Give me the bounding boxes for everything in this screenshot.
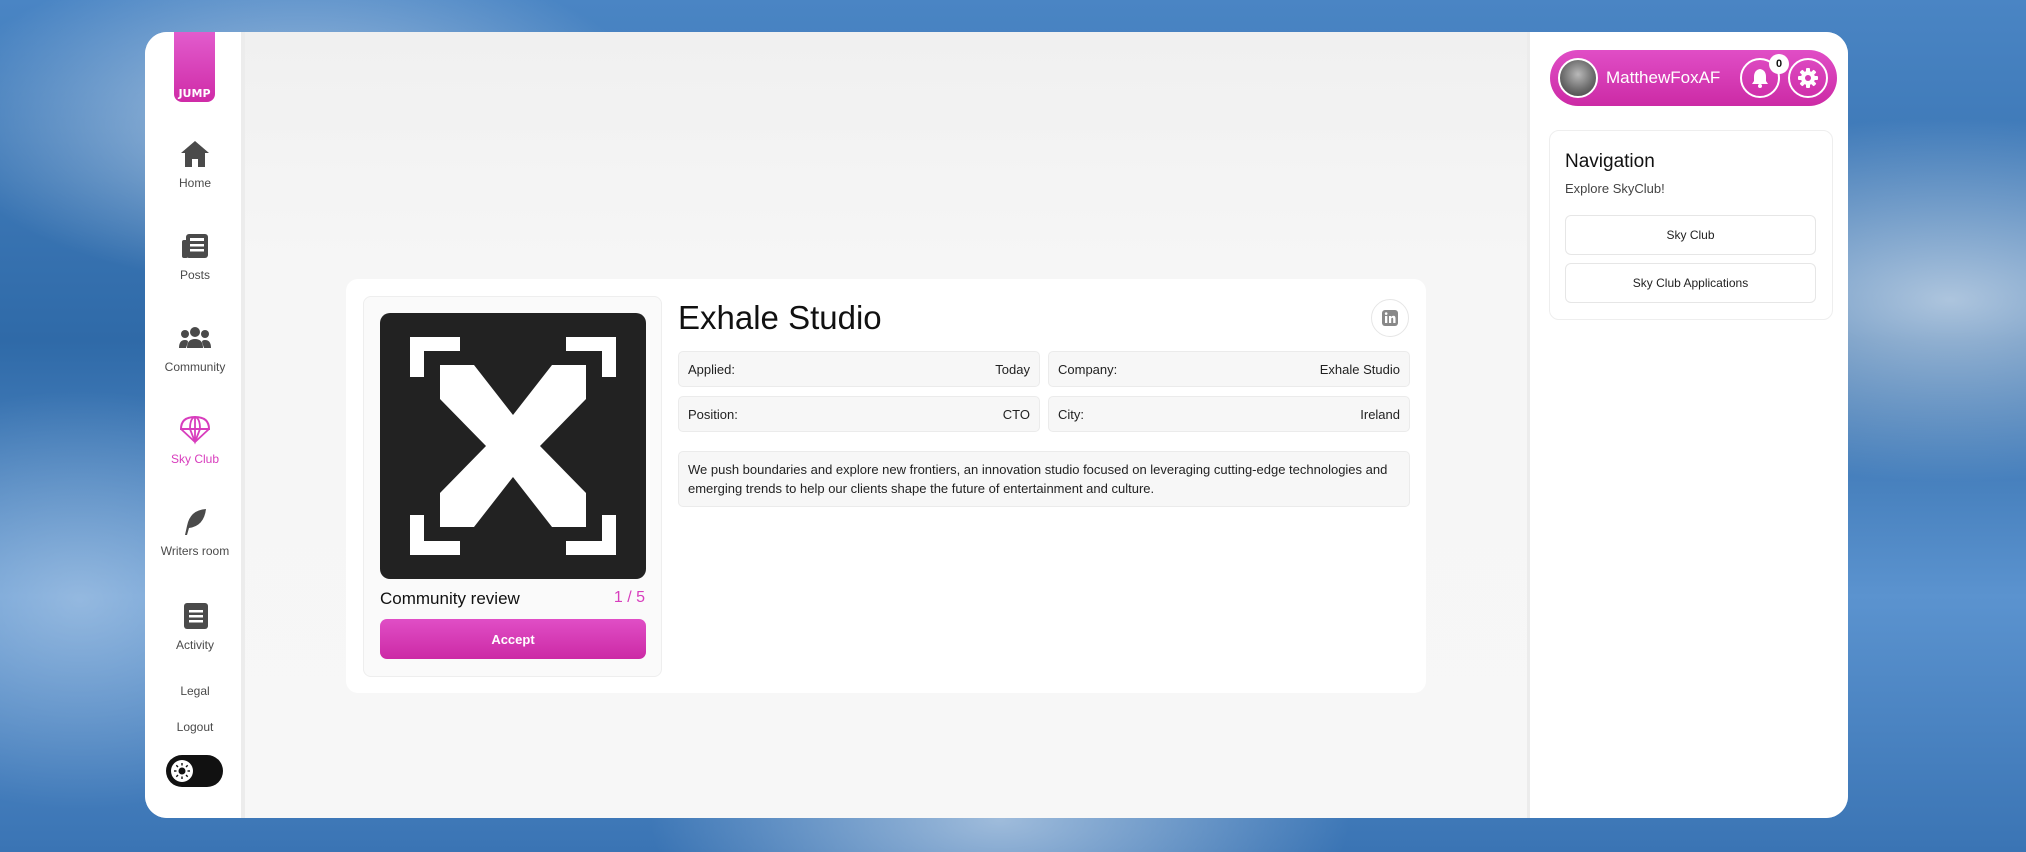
sidebar-item-activity[interactable]: Activity bbox=[145, 600, 245, 652]
navigation-card: Navigation Explore SkyClub! Sky Club Sky… bbox=[1549, 130, 1833, 320]
position-value: CTO bbox=[1002, 407, 1030, 422]
notification-count-badge: 0 bbox=[1769, 54, 1789, 74]
sky-club-applications-link[interactable]: Sky Club Applications bbox=[1565, 263, 1816, 303]
left-sidebar: JUMP Home Posts Community Sky Club Write… bbox=[145, 32, 245, 818]
navigation-subtitle: Explore SkyClub! bbox=[1565, 181, 1665, 196]
company-logo bbox=[380, 313, 646, 579]
position-label: Position: bbox=[688, 407, 738, 422]
company-image-panel: Community review 1 / 5 Accept bbox=[363, 296, 662, 677]
app-window: JUMP Home Posts Community Sky Club Write… bbox=[145, 32, 1848, 818]
home-icon bbox=[181, 141, 209, 167]
toggle-knob bbox=[171, 760, 193, 782]
sidebar-item-label: Posts bbox=[179, 268, 210, 282]
sidebar-item-label: Writers room bbox=[160, 544, 230, 558]
navigation-title: Navigation bbox=[1565, 151, 1655, 172]
applied-value: Today bbox=[995, 362, 1030, 377]
position-field: Position: CTO bbox=[678, 396, 1040, 432]
company-description: We push boundaries and explore new front… bbox=[678, 451, 1410, 507]
application-card: Community review 1 / 5 Accept Exhale Stu… bbox=[346, 279, 1426, 693]
list-icon bbox=[184, 603, 208, 629]
sky-club-link[interactable]: Sky Club bbox=[1565, 215, 1816, 255]
sidebar-item-sky-club[interactable]: Sky Club bbox=[145, 414, 245, 466]
applied-field: Applied: Today bbox=[678, 351, 1040, 387]
main-content: Community review 1 / 5 Accept Exhale Stu… bbox=[245, 32, 1527, 818]
applied-label: Applied: bbox=[688, 362, 735, 377]
username[interactable]: MatthewFoxAF bbox=[1606, 68, 1720, 88]
city-field: City: Ireland bbox=[1048, 396, 1410, 432]
linkedin-button[interactable] bbox=[1371, 299, 1409, 337]
right-panel: MatthewFoxAF 0 Navigation Explore SkyClu… bbox=[1527, 32, 1848, 818]
expand-x-logo-icon bbox=[410, 337, 616, 555]
community-review-label: Community review bbox=[380, 589, 520, 608]
legal-link[interactable]: Legal bbox=[145, 684, 245, 698]
jump-logo[interactable]: JUMP bbox=[174, 32, 215, 102]
newspaper-icon bbox=[182, 234, 208, 258]
sidebar-item-home[interactable]: Home bbox=[145, 138, 245, 190]
bell-icon bbox=[1752, 69, 1768, 88]
avatar[interactable] bbox=[1558, 58, 1598, 98]
sidebar-item-posts[interactable]: Posts bbox=[145, 230, 245, 282]
sidebar-item-label: Sky Club bbox=[170, 452, 220, 466]
sidebar-item-label: Home bbox=[178, 176, 211, 190]
city-value: Ireland bbox=[1360, 407, 1400, 422]
theme-toggle[interactable] bbox=[166, 755, 223, 787]
company-title: Exhale Studio bbox=[678, 299, 882, 336]
parachute-icon bbox=[179, 415, 211, 445]
accept-button[interactable]: Accept bbox=[380, 619, 646, 659]
user-bar: MatthewFoxAF 0 bbox=[1550, 50, 1837, 106]
sidebar-item-label: Community bbox=[164, 360, 226, 374]
linkedin-icon bbox=[1382, 310, 1398, 326]
sidebar-item-community[interactable]: Community bbox=[145, 322, 245, 374]
company-field: Company: Exhale Studio bbox=[1048, 351, 1410, 387]
sidebar-item-writers-room[interactable]: Writers room bbox=[145, 506, 245, 558]
users-icon bbox=[179, 327, 211, 348]
company-label: Company: bbox=[1058, 362, 1118, 377]
feather-icon bbox=[185, 509, 206, 535]
notifications-button[interactable]: 0 bbox=[1740, 54, 1789, 98]
gear-icon bbox=[1798, 68, 1818, 88]
company-value: Exhale Studio bbox=[1319, 362, 1400, 377]
logo-text: JUMP bbox=[178, 87, 211, 100]
logout-link[interactable]: Logout bbox=[145, 720, 245, 734]
sun-icon bbox=[174, 763, 190, 779]
settings-button[interactable] bbox=[1788, 58, 1828, 98]
sidebar-item-label: Activity bbox=[175, 638, 214, 652]
city-label: City: bbox=[1058, 407, 1084, 422]
community-review-count: 1 / 5 bbox=[613, 589, 645, 606]
